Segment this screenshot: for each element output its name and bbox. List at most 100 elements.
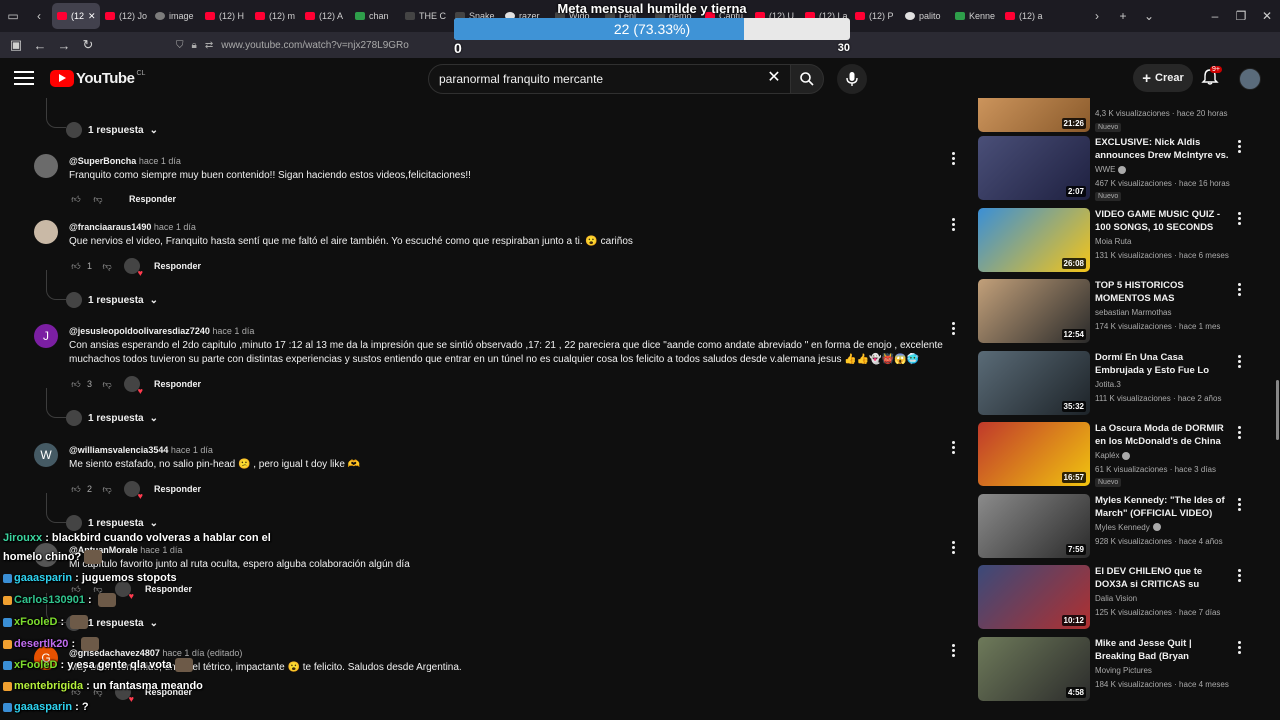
- create-button[interactable]: + Crear: [1133, 64, 1193, 92]
- video-menu-icon[interactable]: [1238, 354, 1241, 368]
- comment-author[interactable]: @williamsvalencia3544: [69, 445, 168, 455]
- reply-button[interactable]: Responder: [129, 194, 176, 204]
- like-icon[interactable]: 👍︎: [69, 482, 83, 496]
- tab-overview-icon[interactable]: ▭: [0, 0, 26, 32]
- channel-name[interactable]: Myles Kennedy: [1095, 523, 1150, 532]
- video-menu-icon[interactable]: [1238, 640, 1241, 654]
- url-text[interactable]: www.youtube.com/watch?v=njx278L9GRo: [221, 40, 409, 51]
- video-card[interactable]: 2:07 EXCLUSIVE: Nick Aldis announces Drew…: [976, 136, 1266, 202]
- dislike-icon[interactable]: 👎︎: [100, 377, 114, 391]
- video-menu-icon[interactable]: [1238, 140, 1241, 153]
- close-window-icon[interactable]: ✕: [1254, 0, 1280, 32]
- video-title[interactable]: EXCLUSIVE: Nick Aldis announces Drew McI…: [1095, 136, 1229, 163]
- back-icon[interactable]: ←: [28, 32, 52, 58]
- video-menu-icon[interactable]: [1238, 211, 1241, 225]
- replies-toggle[interactable]: 1 respuesta ⌄: [66, 122, 158, 138]
- dislike-icon[interactable]: 👎︎: [100, 259, 114, 273]
- comment-menu-icon[interactable]: [950, 441, 956, 454]
- video-channel[interactable]: Dalia Vision: [1095, 594, 1137, 603]
- video-card[interactable]: 12:54 TOP 5 HISTORICOS MOMENTOS MAS INCOM…: [976, 279, 1266, 345]
- comment-avatar[interactable]: [34, 220, 58, 244]
- maximize-icon[interactable]: ❐: [1228, 0, 1254, 32]
- replies-toggle[interactable]: 1 respuesta ⌄: [66, 292, 158, 308]
- browser-tab[interactable]: (12) H: [200, 3, 250, 29]
- browser-tab[interactable]: chan: [350, 3, 400, 29]
- tab-list-icon[interactable]: ⌄: [1136, 0, 1162, 32]
- video-title[interactable]: Dormí En Una Casa Embrujada y Esto Fue L…: [1095, 351, 1229, 378]
- video-card[interactable]: 35:32 Dormí En Una Casa Embrujada y Esto …: [976, 350, 1266, 417]
- video-menu-icon[interactable]: [1238, 283, 1241, 296]
- search-query[interactable]: paranormal franquito mercante: [439, 72, 603, 86]
- video-card[interactable]: 10:12 El DEV CHILENO que te DOX3A si CRIT…: [976, 565, 1266, 631]
- video-channel[interactable]: Jotita.3: [1095, 380, 1121, 389]
- video-thumbnail[interactable]: 12:54: [978, 279, 1090, 343]
- browser-tab[interactable]: palito: [900, 3, 950, 29]
- browser-tab[interactable]: (12) A: [300, 3, 350, 29]
- browser-tab[interactable]: (12) a: [1000, 3, 1050, 29]
- dislike-icon[interactable]: 👎︎: [91, 192, 105, 206]
- video-channel[interactable]: sebastian Marmothas: [1095, 308, 1171, 317]
- like-icon[interactable]: 👍︎: [69, 259, 83, 273]
- comment-author[interactable]: @jesusleopoldoolivaresdiaz7240: [69, 326, 210, 336]
- comment-avatar[interactable]: W: [34, 443, 58, 467]
- video-thumbnail[interactable]: 16:57: [978, 422, 1090, 486]
- video-title[interactable]: El DEV CHILENO que te DOX3A si CRITICAS …: [1095, 565, 1229, 592]
- video-thumbnail[interactable]: 21:26: [978, 98, 1090, 132]
- video-menu-icon[interactable]: [1238, 497, 1241, 511]
- search-input[interactable]: paranormal franquito mercante: [428, 64, 792, 94]
- comment-avatar[interactable]: J: [34, 324, 58, 348]
- comment-time[interactable]: hace 1 día: [154, 222, 196, 232]
- forward-icon[interactable]: →: [52, 32, 76, 58]
- like-icon[interactable]: 👍︎: [69, 192, 83, 206]
- video-channel[interactable]: Myles Kennedy: [1095, 523, 1161, 532]
- browser-tab[interactable]: Kenne: [950, 3, 1000, 29]
- video-title[interactable]: La Oscura Moda de DORMIR en los McDonald…: [1095, 422, 1229, 448]
- comment-menu-icon[interactable]: [950, 541, 956, 554]
- replies-toggle[interactable]: 1 respuesta ⌄: [66, 515, 158, 531]
- browser-tab[interactable]: THE C: [400, 3, 450, 29]
- lock-icon[interactable]: 🔒︎: [192, 40, 197, 51]
- menu-icon[interactable]: [14, 68, 34, 88]
- channel-name[interactable]: Dalia Vision: [1095, 594, 1137, 603]
- video-thumbnail[interactable]: 10:12: [978, 565, 1090, 629]
- browser-tab[interactable]: (12 ✕: [52, 3, 100, 29]
- video-card[interactable]: 16:57 La Oscura Moda de DORMIR en los McD…: [976, 422, 1266, 488]
- channel-name[interactable]: Jotita.3: [1095, 380, 1121, 389]
- reload-icon[interactable]: ↻: [76, 32, 100, 58]
- video-thumbnail[interactable]: 7:59: [978, 493, 1090, 558]
- video-menu-icon[interactable]: [1238, 426, 1241, 439]
- tab-scroll-right-icon[interactable]: ›: [1084, 0, 1110, 32]
- browser-tab[interactable]: (12) m: [250, 3, 300, 29]
- youtube-logo[interactable]: YouTube CL: [50, 70, 145, 87]
- comment-time[interactable]: hace 1 día: [139, 156, 181, 166]
- shield-icon[interactable]: ⛉: [176, 40, 184, 51]
- browser-tab[interactable]: image: [150, 3, 200, 29]
- video-card[interactable]: 26:08 VIDEO GAME MUSIC QUIZ - 100 SONGS, …: [976, 207, 1266, 274]
- voice-search-button[interactable]: [837, 64, 867, 94]
- clear-search-icon[interactable]: ✕: [764, 70, 784, 90]
- dislike-icon[interactable]: 👎︎: [100, 482, 114, 496]
- comment-menu-icon[interactable]: [950, 644, 956, 657]
- search-button[interactable]: [790, 64, 824, 94]
- page-info-icon[interactable]: ⇄: [205, 40, 213, 51]
- channel-name[interactable]: Moia Ruta: [1095, 237, 1131, 246]
- reply-button[interactable]: Responder: [154, 261, 201, 271]
- video-channel[interactable]: Moving Pictures: [1095, 666, 1152, 675]
- reply-button[interactable]: Responder: [154, 484, 201, 494]
- comment-author[interactable]: @franciaaraus1490: [69, 222, 151, 232]
- comment-menu-icon[interactable]: [950, 322, 956, 335]
- reply-button[interactable]: Responder: [154, 379, 201, 389]
- browser-tab[interactable]: (12) Jo: [100, 3, 150, 29]
- comment-time[interactable]: hace 1 día: [212, 326, 254, 336]
- tab-scroll-left-icon[interactable]: ‹: [26, 0, 52, 32]
- new-tab-icon[interactable]: +: [1110, 0, 1136, 32]
- video-thumbnail[interactable]: 26:08: [978, 207, 1090, 272]
- channel-name[interactable]: sebastian Marmothas: [1095, 308, 1171, 317]
- replies-toggle[interactable]: 1 respuesta ⌄: [66, 410, 158, 426]
- browser-tab[interactable]: (12) P: [850, 3, 900, 29]
- video-thumbnail[interactable]: 2:07: [978, 136, 1090, 200]
- video-title[interactable]: VIDEO GAME MUSIC QUIZ - 100 SONGS, 10 SE…: [1095, 208, 1229, 235]
- comment-menu-icon[interactable]: [950, 218, 956, 231]
- channel-name[interactable]: Moving Pictures: [1095, 666, 1152, 675]
- video-thumbnail[interactable]: 4:58: [978, 636, 1090, 701]
